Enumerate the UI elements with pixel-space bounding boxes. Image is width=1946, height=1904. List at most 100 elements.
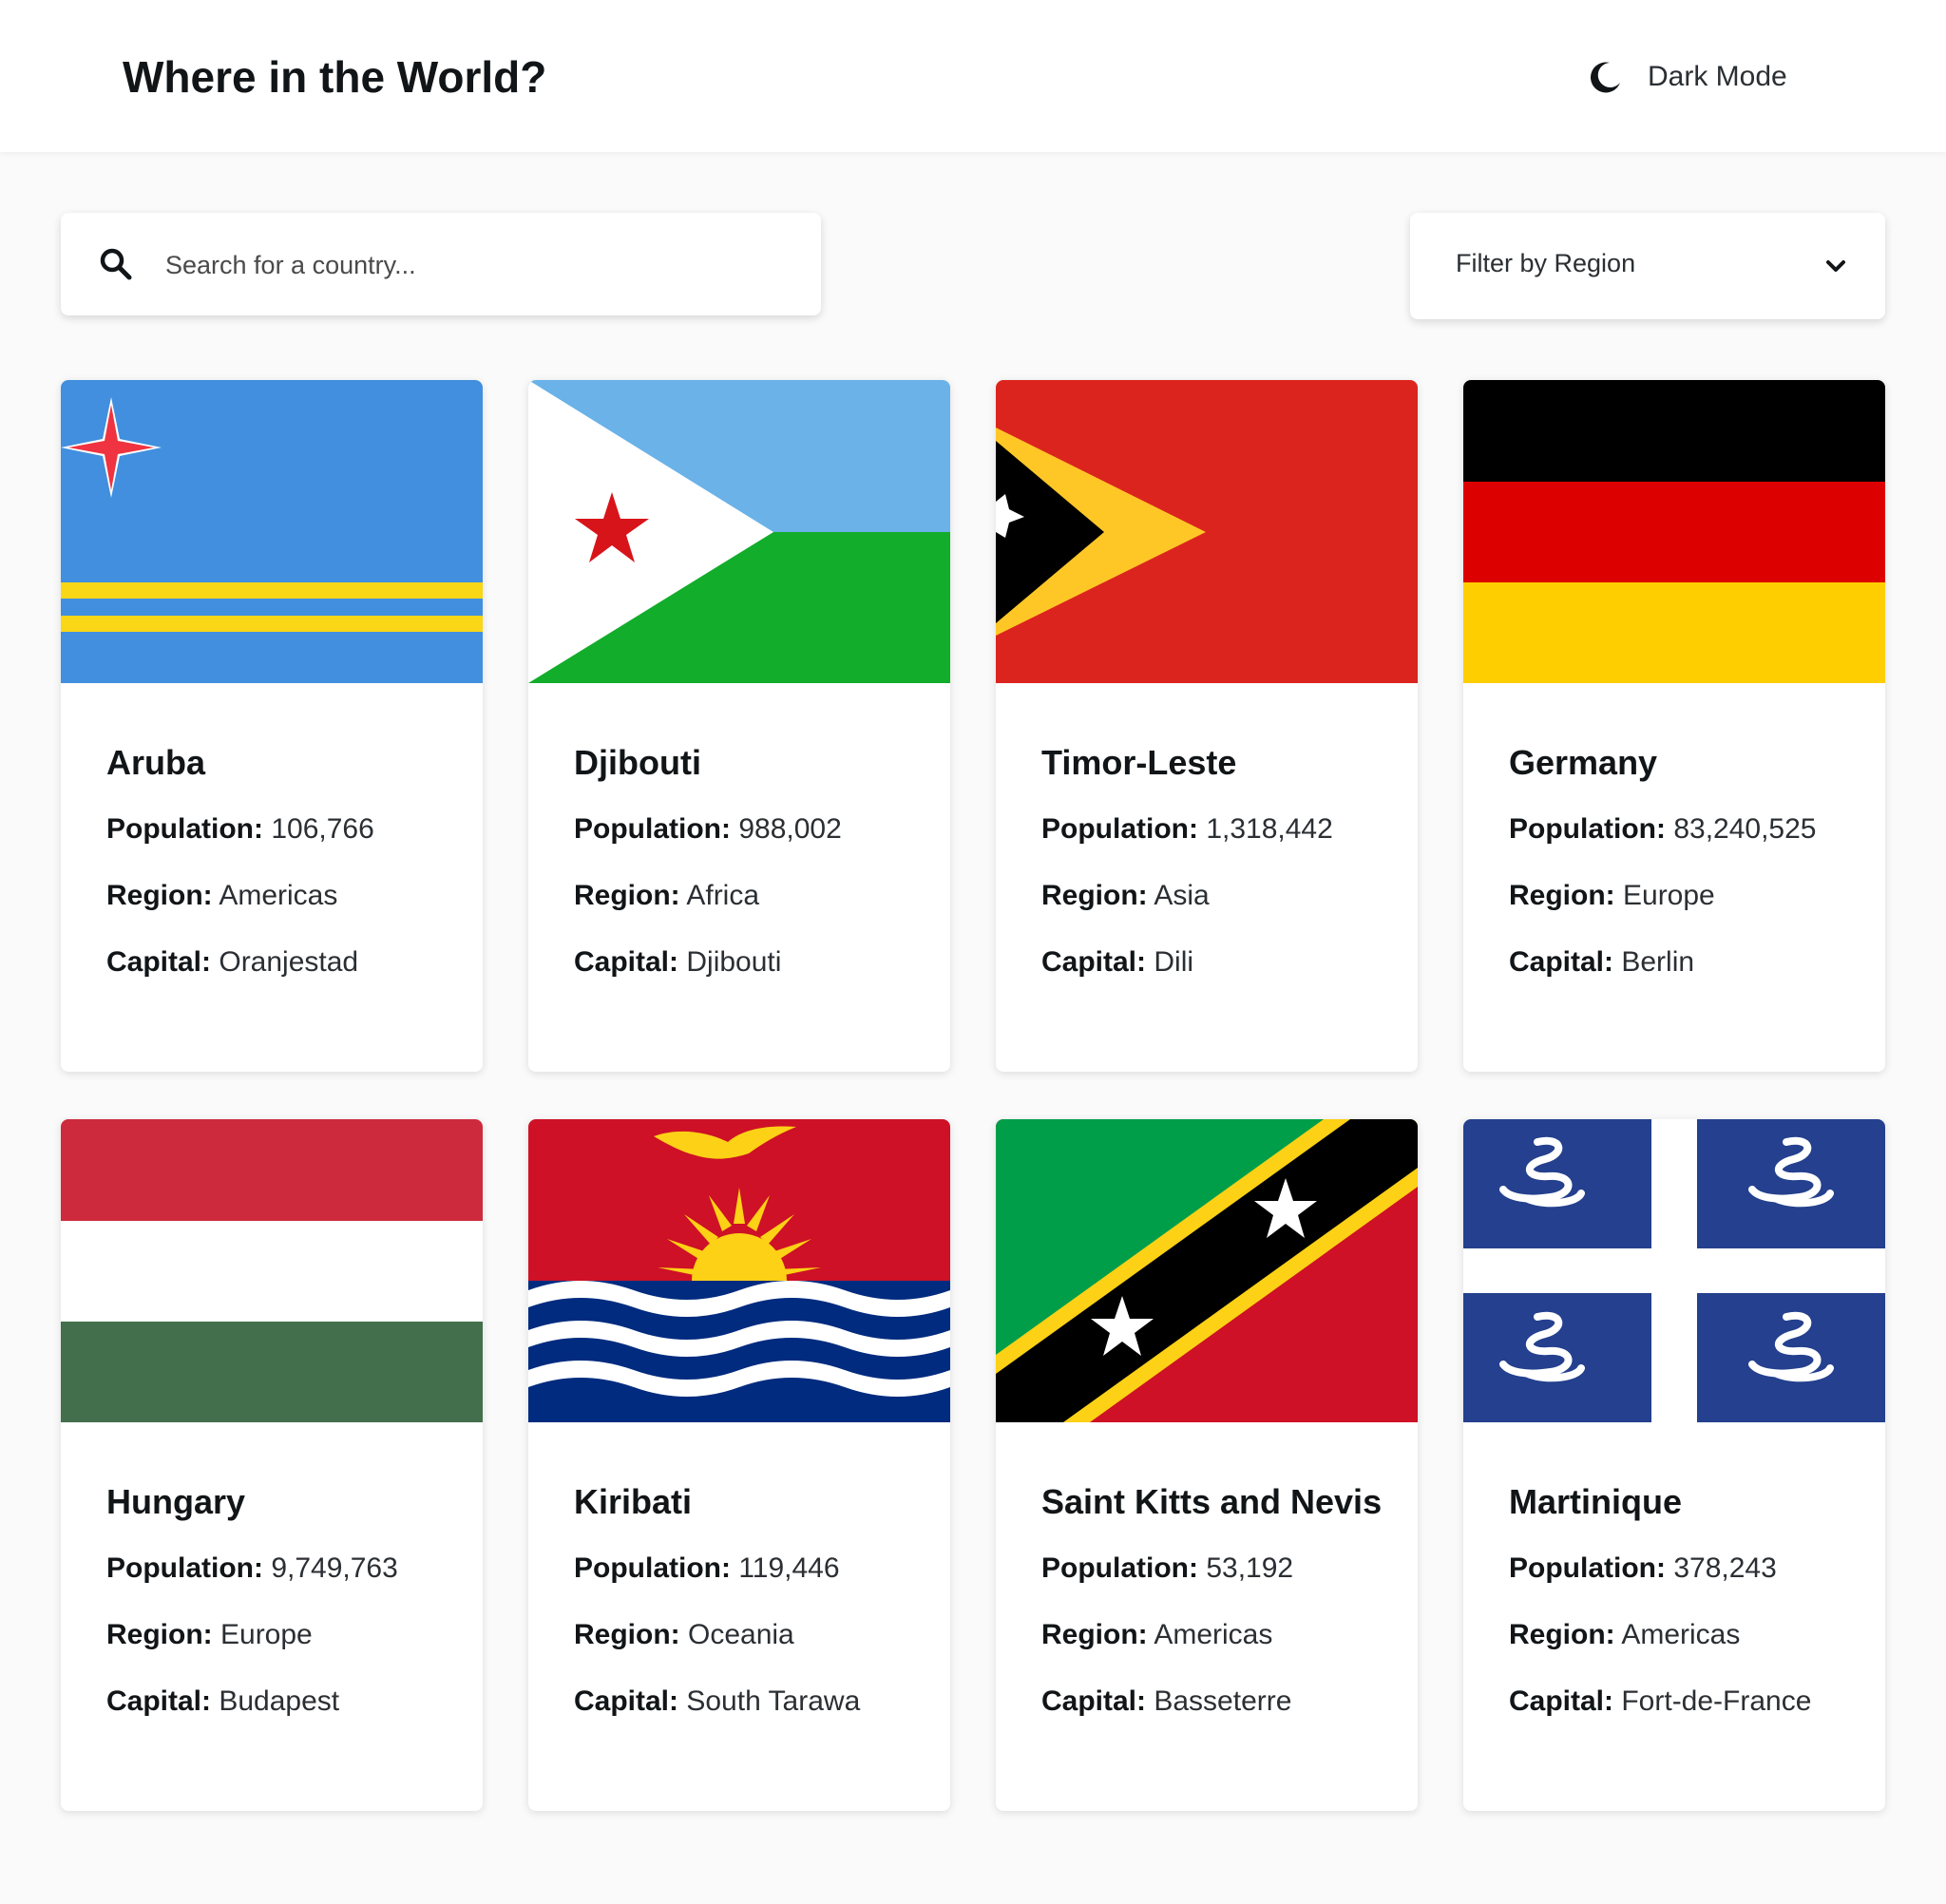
region-key: Region: (106, 880, 213, 911)
country-card-saint-kitts-and-nevis[interactable]: Saint Kitts and Nevis Population: 53,192… (996, 1119, 1418, 1811)
population-key: Population: (1041, 813, 1198, 845)
dark-mode-toggle[interactable]: Dark Mode (1589, 53, 1787, 101)
region-line: Region: Americas (106, 880, 337, 912)
region-value: Americas (1154, 1619, 1273, 1650)
population-value: 119,446 (738, 1552, 840, 1584)
country-card-djibouti[interactable]: Djibouti Population: 988,002 Region: Afr… (528, 380, 950, 1072)
timor-leste-flag (996, 380, 1418, 683)
capital-key: Capital: (1509, 1685, 1614, 1717)
capital-value: Berlin (1621, 946, 1695, 978)
germany-flag (1463, 380, 1885, 683)
country-name: Kiribati (574, 1482, 693, 1521)
population-value: 988,002 (738, 813, 842, 845)
population-key: Population: (574, 1552, 731, 1584)
region-value: Europe (1623, 880, 1715, 911)
capital-line: Capital: Basseterre (1041, 1685, 1291, 1718)
population-key: Population: (574, 813, 731, 845)
region-value: Africa (686, 880, 760, 911)
population-value: 1,318,442 (1206, 813, 1333, 845)
capital-key: Capital: (106, 946, 212, 978)
app-header: Where in the World? Dark Mode (0, 0, 1946, 152)
region-line: Region: Americas (1041, 1619, 1272, 1651)
capital-value: Dili (1154, 946, 1194, 978)
capital-line: Capital: Oranjestad (106, 946, 358, 979)
saint-kitts-and-nevis-flag (996, 1119, 1418, 1422)
region-value: Europe (220, 1619, 313, 1650)
country-name: Germany (1509, 743, 1658, 782)
capital-value: South Tarawa (686, 1685, 861, 1717)
dark-mode-label: Dark Mode (1648, 61, 1787, 92)
martinique-flag (1463, 1119, 1885, 1422)
region-filter-dropdown[interactable]: Filter by Region (1410, 213, 1885, 319)
capital-value: Djibouti (686, 946, 782, 978)
region-value: Oceania (688, 1619, 794, 1650)
population-value: 83,240,525 (1673, 813, 1817, 845)
capital-key: Capital: (574, 946, 679, 978)
population-value: 53,192 (1206, 1552, 1294, 1584)
population-key: Population: (1041, 1552, 1198, 1584)
moon-icon (1590, 62, 1620, 93)
country-card-timor-leste[interactable]: Timor-Leste Population: 1,318,442 Region… (996, 380, 1418, 1072)
region-key: Region: (1509, 880, 1615, 911)
region-filter-label: Filter by Region (1456, 249, 1636, 277)
capital-line: Capital: Fort-de-France (1509, 1685, 1811, 1718)
country-name: Aruba (106, 743, 206, 782)
country-name: Hungary (106, 1482, 246, 1521)
capital-key: Capital: (106, 1685, 212, 1717)
region-value: Americas (219, 880, 338, 911)
region-line: Region: Europe (1509, 880, 1715, 912)
population-key: Population: (106, 1552, 263, 1584)
region-key: Region: (1041, 1619, 1148, 1650)
region-key: Region: (1509, 1619, 1615, 1650)
capital-line: Capital: Djibouti (574, 946, 781, 979)
country-card-martinique[interactable]: Martinique Population: 378,243 Region: A… (1463, 1119, 1885, 1811)
population-line: Population: 83,240,525 (1509, 813, 1816, 846)
capital-key: Capital: (574, 1685, 679, 1717)
region-value: Asia (1154, 880, 1210, 911)
capital-line: Capital: Berlin (1509, 946, 1694, 979)
capital-key: Capital: (1509, 946, 1614, 978)
capital-value: Budapest (219, 1685, 340, 1717)
population-line: Population: 988,002 (574, 813, 842, 846)
country-card-germany[interactable]: Germany Population: 83,240,525 Region: E… (1463, 380, 1885, 1072)
hungary-flag (61, 1119, 483, 1422)
search-box[interactable] (61, 213, 821, 315)
population-line: Population: 119,446 (574, 1552, 840, 1585)
population-line: Population: 1,318,442 (1041, 813, 1333, 846)
capital-line: Capital: Budapest (106, 1685, 339, 1718)
region-value: Americas (1621, 1619, 1741, 1650)
capital-value: Oranjestad (219, 946, 359, 978)
population-key: Population: (106, 813, 263, 845)
region-key: Region: (574, 1619, 680, 1650)
population-line: Population: 53,192 (1041, 1552, 1293, 1585)
region-line: Region: Oceania (574, 1619, 794, 1651)
app-title: Where in the World? (123, 52, 547, 102)
region-line: Region: Americas (1509, 1619, 1740, 1651)
country-name: Djibouti (574, 743, 701, 782)
region-key: Region: (1041, 880, 1148, 911)
region-line: Region: Europe (106, 1619, 313, 1651)
population-value: 106,766 (271, 813, 374, 845)
region-key: Region: (574, 880, 680, 911)
country-card-aruba[interactable]: Aruba Population: 106,766 Region: Americ… (61, 380, 483, 1072)
djibouti-flag (528, 380, 950, 683)
country-name: Saint Kitts and Nevis (1041, 1482, 1383, 1521)
region-key: Region: (106, 1619, 213, 1650)
capital-value: Basseterre (1154, 1685, 1292, 1717)
aruba-flag (61, 380, 483, 683)
population-value: 378,243 (1673, 1552, 1777, 1584)
population-key: Population: (1509, 1552, 1666, 1584)
capital-line: Capital: Dili (1041, 946, 1193, 979)
population-value: 9,749,763 (271, 1552, 398, 1584)
chevron-down-icon[interactable] (1822, 253, 1849, 279)
capital-key: Capital: (1041, 946, 1147, 978)
country-card-hungary[interactable]: Hungary Population: 9,749,763 Region: Eu… (61, 1119, 483, 1811)
population-line: Population: 106,766 (106, 813, 374, 846)
country-name: Timor-Leste (1041, 743, 1237, 782)
capital-line: Capital: South Tarawa (574, 1685, 860, 1718)
population-line: Population: 378,243 (1509, 1552, 1777, 1585)
country-card-kiribati[interactable]: Kiribati Population: 119,446 Region: Oce… (528, 1119, 950, 1811)
search-input[interactable] (163, 239, 794, 291)
search-icon (100, 248, 132, 280)
region-line: Region: Asia (1041, 880, 1210, 912)
